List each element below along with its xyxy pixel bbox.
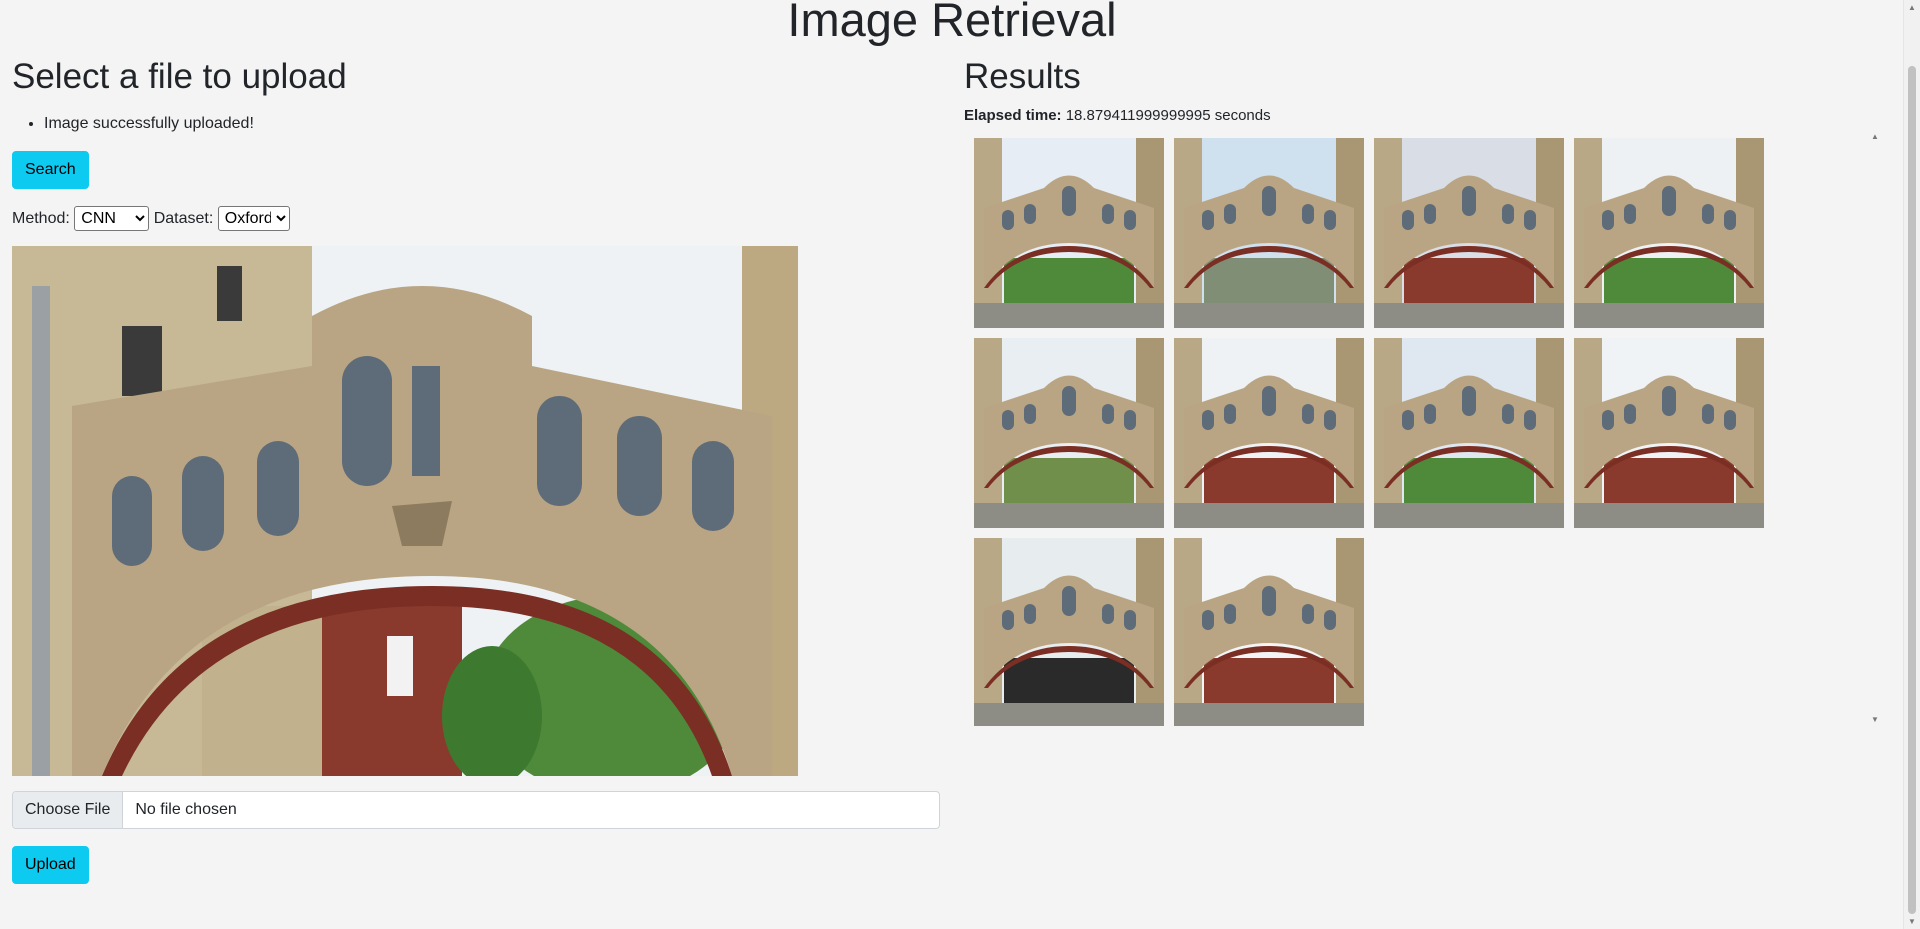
file-input[interactable]: Choose File No file chosen — [12, 791, 940, 829]
success-message: Image successfully uploaded! — [44, 112, 942, 136]
page-scrollbar[interactable]: ▲ ▼ — [1903, 0, 1920, 929]
results-grid — [974, 138, 1764, 726]
results-heading: Results — [964, 57, 1081, 96]
result-thumbnail[interactable] — [974, 538, 1164, 726]
results-panel: Results Elapsed time: 18.879411999999995… — [964, 52, 1884, 726]
search-button[interactable]: Search — [12, 151, 89, 189]
elapsed-label: Elapsed time: — [964, 107, 1062, 124]
bridge-photo — [12, 246, 798, 776]
result-thumbnail[interactable] — [1174, 338, 1364, 528]
message-list: Image successfully uploaded! — [12, 112, 942, 136]
upload-button[interactable]: Upload — [12, 846, 89, 884]
app-title: Image Retrieval — [787, 0, 1117, 46]
search-options: Method: CNN Dataset: Oxford — [12, 205, 290, 233]
page-scroll-up-icon[interactable]: ▲ — [1908, 3, 1916, 12]
upload-panel: Select a file to upload Image successful… — [12, 52, 942, 884]
result-thumbnail[interactable] — [1374, 338, 1564, 528]
scroll-up-icon[interactable]: ▲ — [1871, 132, 1879, 141]
upload-heading: Select a file to upload — [12, 57, 347, 96]
result-thumbnail[interactable] — [1174, 538, 1364, 726]
file-status: No file chosen — [135, 801, 237, 818]
elapsed-value: 18.879411999999995 seconds — [1065, 107, 1271, 124]
elapsed-time: Elapsed time: 18.879411999999995 seconds — [964, 105, 1271, 127]
result-thumbnail[interactable] — [1374, 138, 1564, 328]
result-thumbnail[interactable] — [1574, 138, 1764, 328]
results-scroll-area[interactable]: ▲ ▼ — [964, 130, 1884, 726]
dataset-label: Dataset: — [153, 210, 214, 227]
method-label: Method: — [12, 210, 70, 227]
scroll-down-icon[interactable]: ▼ — [1871, 715, 1879, 724]
page-scroll-thumb[interactable] — [1908, 66, 1916, 914]
page-scroll-down-icon[interactable]: ▼ — [1908, 917, 1916, 926]
result-thumbnail[interactable] — [974, 138, 1164, 328]
result-thumbnail[interactable] — [1174, 138, 1364, 328]
page: Image Retrieval Select a file to upload … — [0, 0, 1920, 929]
method-select[interactable]: CNN — [74, 206, 150, 232]
result-thumbnail[interactable] — [1574, 338, 1764, 528]
dataset-select[interactable]: Oxford — [217, 206, 290, 232]
choose-file-button[interactable]: Choose File — [13, 792, 124, 828]
query-image — [12, 246, 798, 776]
result-thumbnail[interactable] — [974, 338, 1164, 528]
results-scrollbar[interactable]: ▲ ▼ — [1868, 130, 1882, 726]
